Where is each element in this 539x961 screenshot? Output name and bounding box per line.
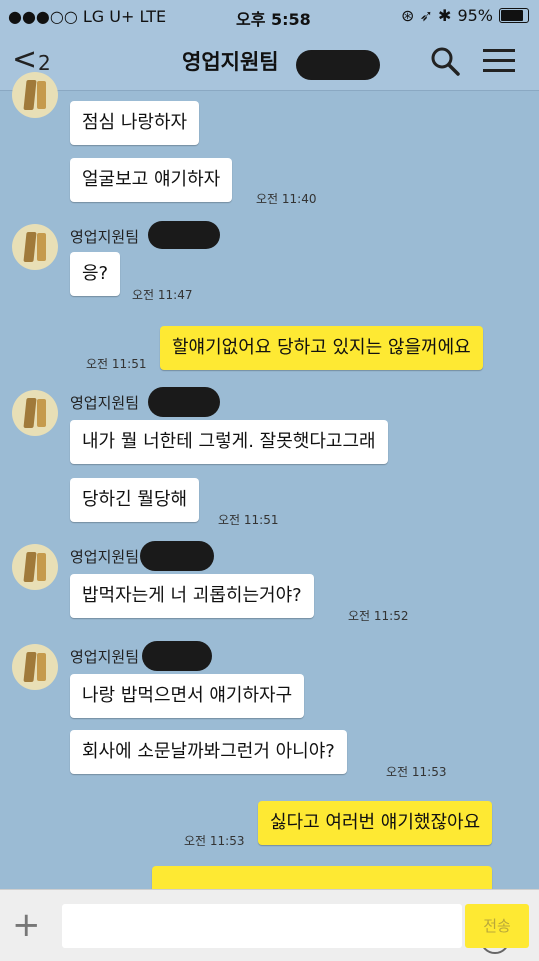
carrier-signal: ●●●○○ LG U+ LTE	[8, 7, 167, 26]
message-time: 오전 11:51	[218, 513, 279, 527]
message-time: 오전 11:51	[86, 357, 147, 371]
menu-icon[interactable]	[483, 48, 515, 74]
chat-header: < 2 영업지원팀	[0, 32, 539, 91]
sender-name: 영업지원팀	[70, 228, 140, 246]
sender-name: 영업지원팀	[70, 548, 140, 566]
redacted-mark	[148, 387, 220, 417]
message-time: 오전 11:53	[184, 834, 245, 848]
send-button[interactable]: 전송	[465, 904, 529, 948]
plus-icon[interactable]: +	[12, 908, 41, 942]
back-count-badge[interactable]: 2	[38, 51, 51, 75]
message-bubble[interactable]: 밥먹자는게 너 괴롭히는거야?	[70, 574, 314, 618]
chat-title: 영업지원팀	[182, 50, 279, 74]
battery-percent: 95%	[457, 6, 493, 25]
redacted-mark	[142, 641, 212, 671]
sender-name: 영업지원팀	[70, 394, 140, 412]
status-time: 오후 5:58	[236, 10, 311, 29]
message-time: 오전 11:52	[348, 609, 409, 623]
sender-name: 영업지원팀	[70, 648, 140, 666]
my-message-bubble[interactable]: 싫다고 여러번 얘기했잖아요	[258, 801, 493, 845]
battery-icon	[499, 8, 529, 23]
message-time: 오전 11:40	[256, 192, 317, 206]
redacted-mark	[148, 221, 220, 249]
status-icons: ⊛ ➶ ✱	[401, 6, 452, 25]
redacted-mark	[296, 50, 380, 80]
message-bubble[interactable]: 응?	[70, 252, 121, 296]
message-bubble[interactable]: 당하긴 뭘당해	[70, 478, 200, 522]
redacted-mark	[140, 541, 214, 571]
my-message-bubble[interactable]: 할얘기없어요 당하고 있지는 않을꺼에요	[160, 326, 483, 370]
message-bubble[interactable]: 회사에 소문날까봐그런거 아니야?	[70, 730, 347, 774]
avatar[interactable]	[12, 224, 58, 270]
message-input-bar: + 전송	[0, 889, 539, 961]
message-bubble[interactable]: 얼굴보고 얘기하자	[70, 158, 233, 202]
message-bubble[interactable]: 내가 뭘 너한테 그렇게. 잘못햇다고그래	[70, 420, 388, 464]
message-time: 오전 11:47	[132, 288, 193, 302]
search-icon[interactable]	[430, 46, 460, 76]
avatar[interactable]	[12, 644, 58, 690]
avatar[interactable]	[12, 544, 58, 590]
message-bubble[interactable]: 나랑 밥먹으면서 얘기하자구	[70, 674, 305, 718]
message-input[interactable]	[62, 904, 510, 954]
status-bar: ●●●○○ LG U+ LTE 오후 5:58 ⊛ ➶ ✱ 95%	[0, 0, 539, 32]
message-time: 오전 11:53	[386, 765, 447, 779]
avatar[interactable]	[12, 390, 58, 436]
avatar[interactable]	[12, 72, 58, 118]
message-bubble[interactable]: 점심 나랑하자	[70, 101, 200, 145]
status-right: ⊛ ➶ ✱ 95%	[401, 6, 529, 25]
